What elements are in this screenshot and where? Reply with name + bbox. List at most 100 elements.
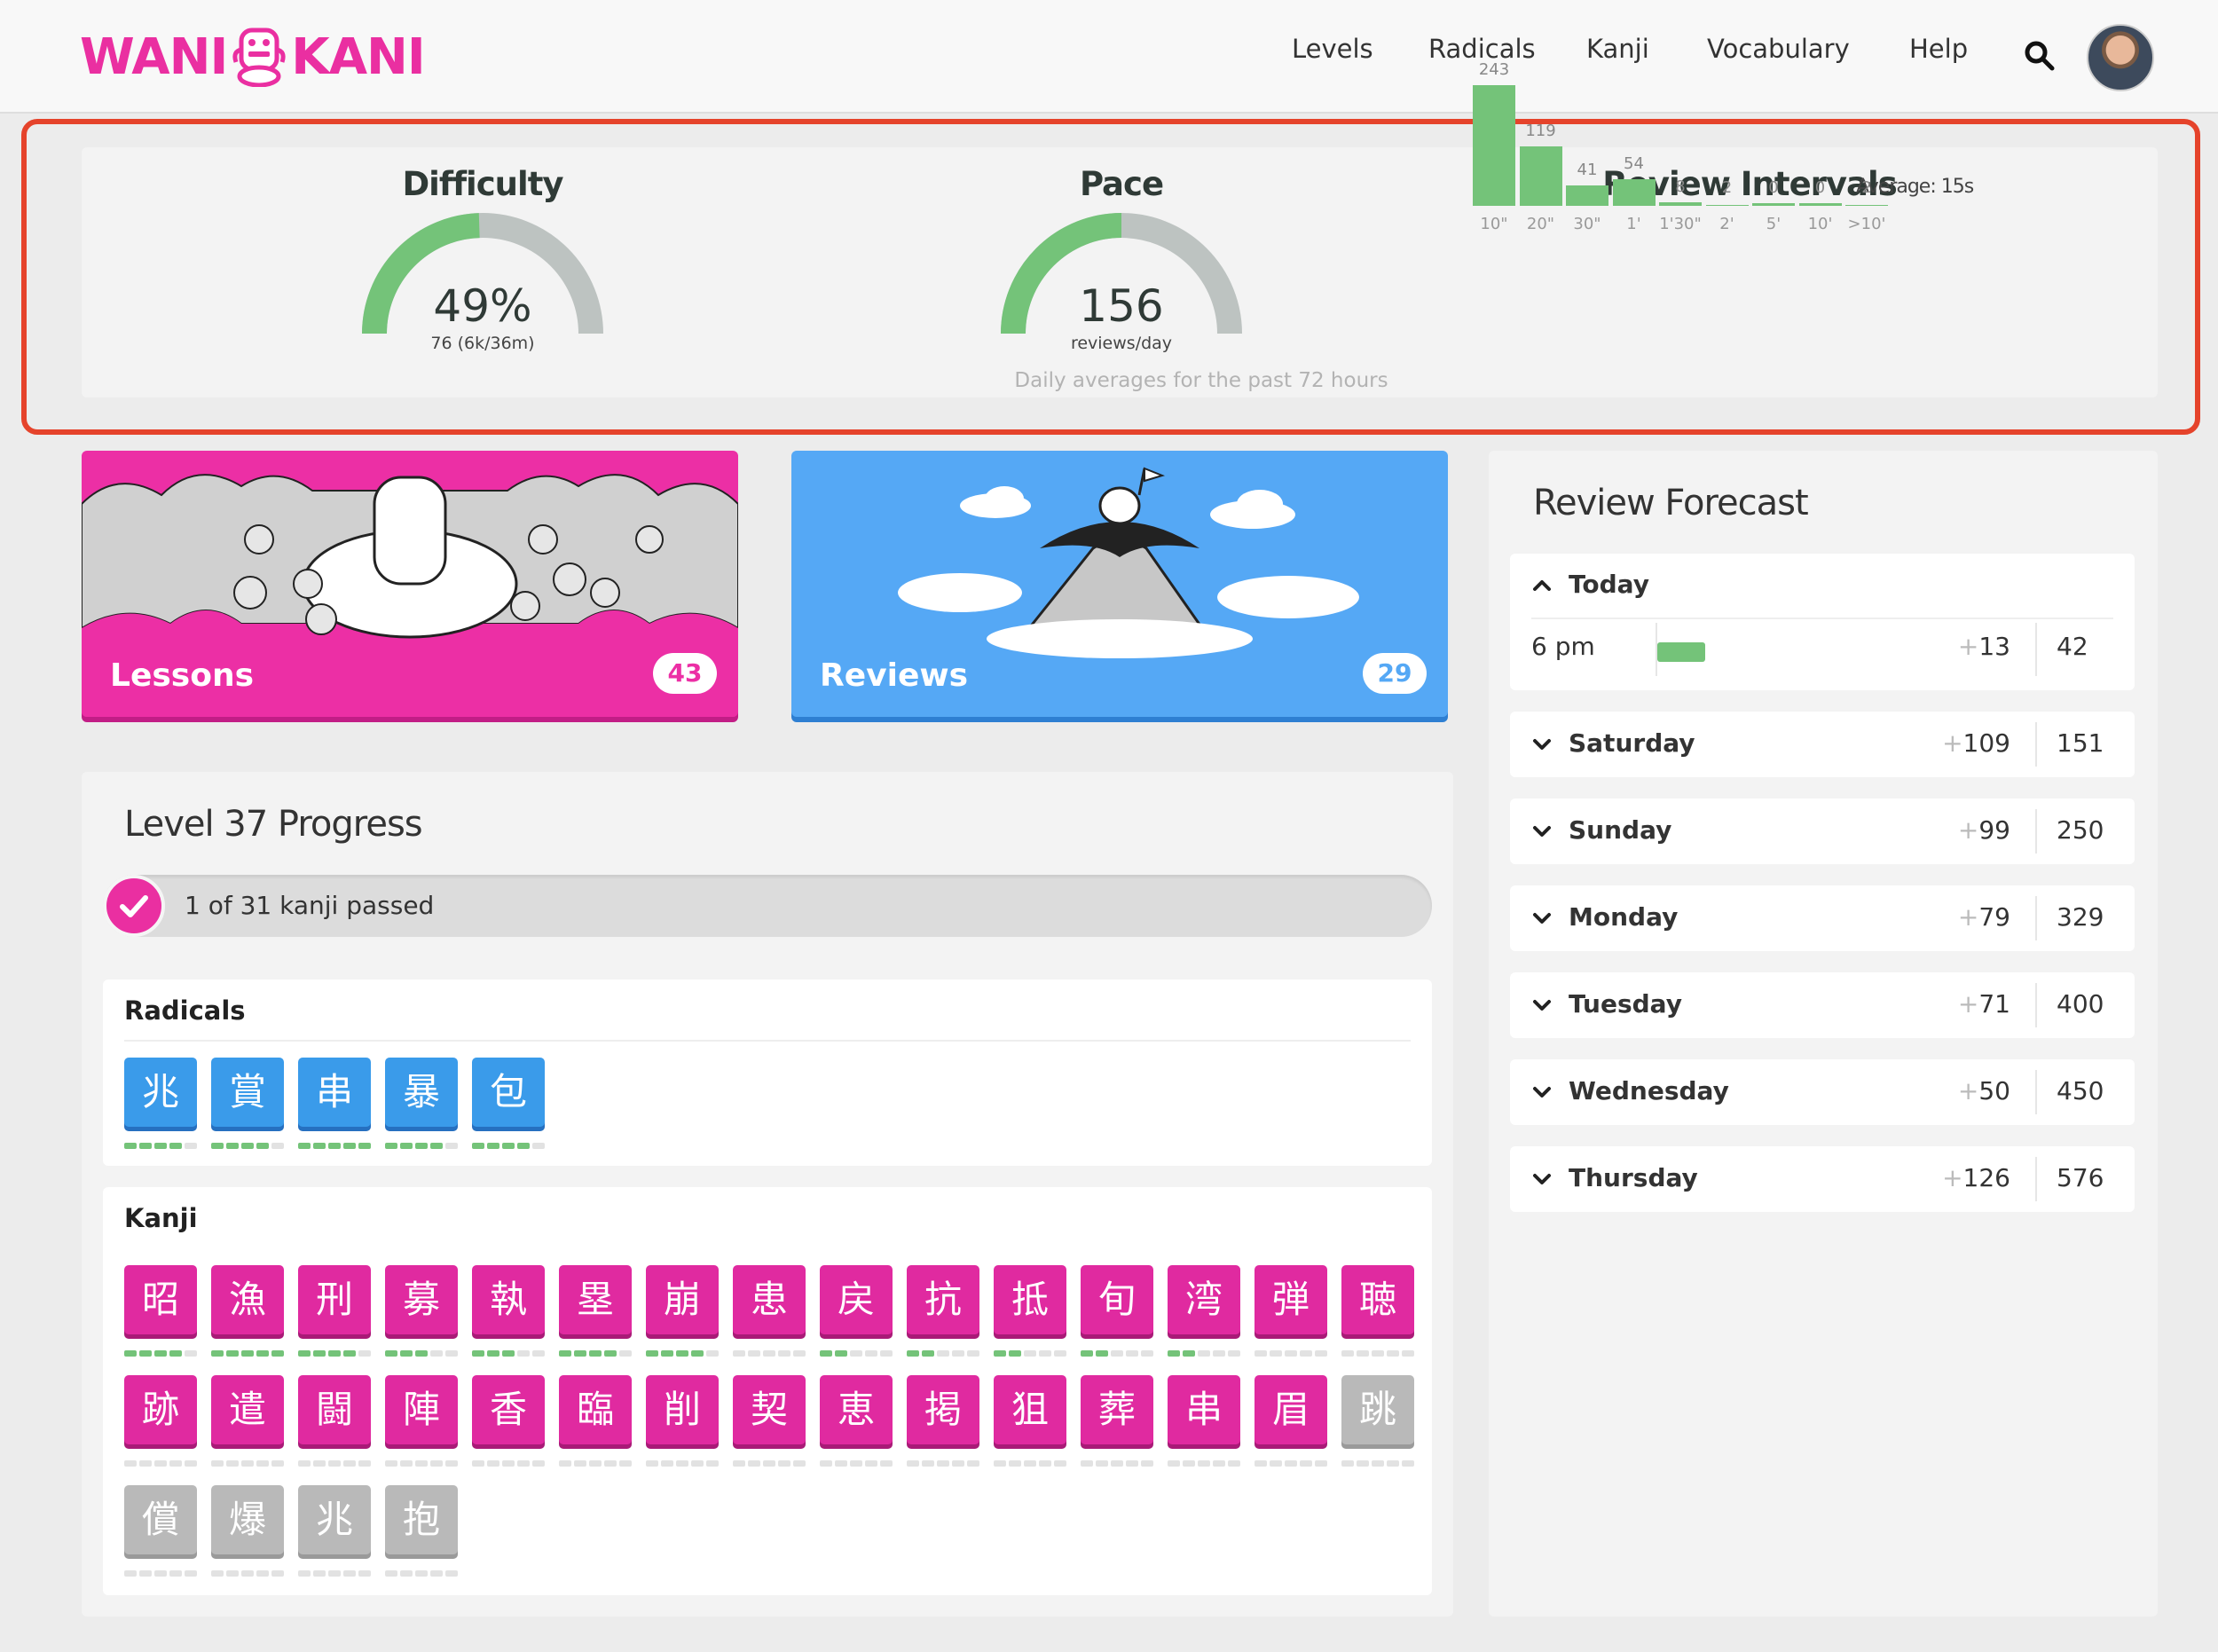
forecast-day-row[interactable]: Tuesday +71 400	[1510, 972, 2135, 1038]
srs-progress-indicator	[559, 1350, 632, 1357]
kanji-tile[interactable]: 執	[472, 1265, 545, 1334]
kanji-tile[interactable]: 臨	[559, 1375, 632, 1444]
forecast-day-total: 450	[2057, 1076, 2104, 1105]
kanji-tile[interactable]: 刑	[298, 1265, 371, 1334]
interval-bar	[1705, 205, 1749, 206]
forecast-day-total: 250	[2057, 815, 2104, 845]
forecast-day-today: Today	[1569, 570, 1649, 599]
kanji-tile[interactable]: 抵	[994, 1265, 1066, 1334]
difficulty-sub: 76 (6k/36m)	[430, 334, 535, 353]
nav-levels[interactable]: Levels	[1292, 34, 1373, 64]
srs-progress-indicator	[385, 1143, 458, 1149]
logo-text-left: WANI	[80, 28, 228, 86]
srs-progress-indicator	[385, 1350, 458, 1357]
kanji-tile[interactable]: 戻	[820, 1265, 893, 1334]
top-navigation-bar: WANI KANI Levels Radicals Kanji Vocabula…	[0, 0, 2218, 114]
interval-bar-label: 119	[1525, 122, 1556, 140]
forecast-day-label: Thursday	[1569, 1163, 1698, 1192]
forecast-day-label: Sunday	[1569, 815, 1672, 845]
forecast-day-add: +99	[1957, 815, 2010, 845]
kanji-tile[interactable]: 抗	[907, 1265, 979, 1334]
kanji-tile[interactable]: 香	[472, 1375, 545, 1444]
interval-bar	[1752, 203, 1795, 206]
forecast-day-row[interactable]: Sunday +99 250	[1510, 798, 2135, 864]
reviews-card[interactable]: Reviews 29	[791, 451, 1448, 717]
kanji-tile[interactable]: 塁	[559, 1265, 632, 1334]
search-icon[interactable]	[2023, 39, 2057, 73]
kanji-tile[interactable]: 跳	[1341, 1375, 1414, 1444]
srs-progress-indicator	[385, 1570, 458, 1577]
kanji-section-title: Kanji	[124, 1203, 198, 1233]
nav-radicals[interactable]: Radicals	[1428, 34, 1536, 64]
kanji-tile[interactable]: 患	[733, 1265, 806, 1334]
chevron-up-icon	[1533, 580, 1551, 591]
kanji-tile[interactable]: 跡	[124, 1375, 197, 1444]
forecast-today[interactable]: Today 6 pm +13 42	[1510, 554, 2135, 690]
kanji-tile[interactable]: 募	[385, 1265, 458, 1334]
level-progress-status: 1 of 31 kanji passed	[185, 891, 435, 920]
interval-bar-label: 0	[1814, 178, 1826, 197]
radicals-section-title: Radicals	[124, 995, 246, 1026]
forecast-day-row[interactable]: Monday +79 329	[1510, 885, 2135, 951]
kanji-tile[interactable]: 弾	[1255, 1265, 1327, 1334]
user-avatar[interactable]	[2087, 24, 2154, 91]
kanji-tile[interactable]: 陣	[385, 1375, 458, 1444]
interval-bar	[1473, 85, 1515, 206]
radical-tile[interactable]: 暴	[385, 1058, 458, 1127]
srs-progress-indicator	[907, 1350, 979, 1357]
kanji-tile[interactable]: 償	[124, 1485, 197, 1554]
kanji-tile[interactable]: 爆	[211, 1485, 284, 1554]
kanji-tile[interactable]: 狙	[994, 1375, 1066, 1444]
kanji-tile[interactable]: 兆	[298, 1485, 371, 1554]
level-progress-bar: 1 of 31 kanji passed	[103, 875, 1432, 937]
srs-progress-indicator	[1255, 1460, 1327, 1467]
kanji-tile[interactable]: 掲	[907, 1375, 979, 1444]
radical-tile[interactable]: 串	[298, 1058, 371, 1127]
pace-value: 156	[1079, 280, 1164, 332]
kanji-tile[interactable]: 恵	[820, 1375, 893, 1444]
kanji-tile[interactable]: 湾	[1168, 1265, 1240, 1334]
srs-progress-indicator	[820, 1350, 893, 1357]
srs-progress-indicator	[1341, 1350, 1414, 1357]
kanji-tile[interactable]: 崩	[646, 1265, 719, 1334]
forecast-day-row[interactable]: Wednesday +50 450	[1510, 1059, 2135, 1125]
forecast-hour-separator	[2035, 623, 2037, 676]
interval-bar-label: 8	[1675, 177, 1686, 196]
daily-averages-note: Daily averages for the past 72 hours	[1014, 369, 1388, 392]
kanji-tile[interactable]: 聴	[1341, 1265, 1414, 1334]
pace-title: Pace	[1079, 165, 1164, 203]
interval-x-label: 10'	[1807, 215, 1833, 233]
forecast-day-total: 329	[2057, 902, 2104, 932]
forecast-day-separator	[2035, 1157, 2037, 1201]
kanji-tile[interactable]: 漁	[211, 1265, 284, 1334]
srs-progress-indicator	[994, 1460, 1066, 1467]
kanji-tile[interactable]: 契	[733, 1375, 806, 1444]
radical-tile[interactable]: 賞	[211, 1058, 284, 1127]
reviews-label: Reviews	[820, 657, 969, 694]
reviews-count-badge: 29	[1363, 653, 1427, 694]
forecast-day-row[interactable]: Saturday +109 151	[1510, 712, 2135, 777]
forecast-day-separator	[2035, 896, 2037, 940]
radicals-divider	[124, 1040, 1411, 1042]
radical-tile[interactable]: 包	[472, 1058, 545, 1127]
kanji-tile[interactable]: 串	[1168, 1375, 1240, 1444]
radical-tile[interactable]: 兆	[124, 1058, 197, 1127]
srs-progress-indicator	[472, 1350, 545, 1357]
kanji-tile[interactable]: 闘	[298, 1375, 371, 1444]
nav-help[interactable]: Help	[1909, 34, 1968, 64]
kanji-tile[interactable]: 遣	[211, 1375, 284, 1444]
radicals-section: Radicals 兆賞串暴包	[103, 979, 1432, 1166]
kanji-tile[interactable]: 昭	[124, 1265, 197, 1334]
nav-kanji[interactable]: Kanji	[1586, 34, 1649, 64]
srs-progress-indicator	[124, 1570, 197, 1577]
lessons-card[interactable]: Lessons 43	[82, 451, 738, 717]
kanji-tile[interactable]: 葬	[1081, 1375, 1153, 1444]
forecast-day-row[interactable]: Thursday +126 576	[1510, 1146, 2135, 1212]
interval-x-label: 1'30"	[1659, 215, 1702, 233]
kanji-tile[interactable]: 眉	[1255, 1375, 1327, 1444]
nav-vocabulary[interactable]: Vocabulary	[1707, 34, 1850, 64]
kanji-tile[interactable]: 旬	[1081, 1265, 1153, 1334]
kanji-tile[interactable]: 削	[646, 1375, 719, 1444]
wanikani-logo[interactable]: WANI KANI	[80, 25, 426, 89]
kanji-tile[interactable]: 抱	[385, 1485, 458, 1554]
